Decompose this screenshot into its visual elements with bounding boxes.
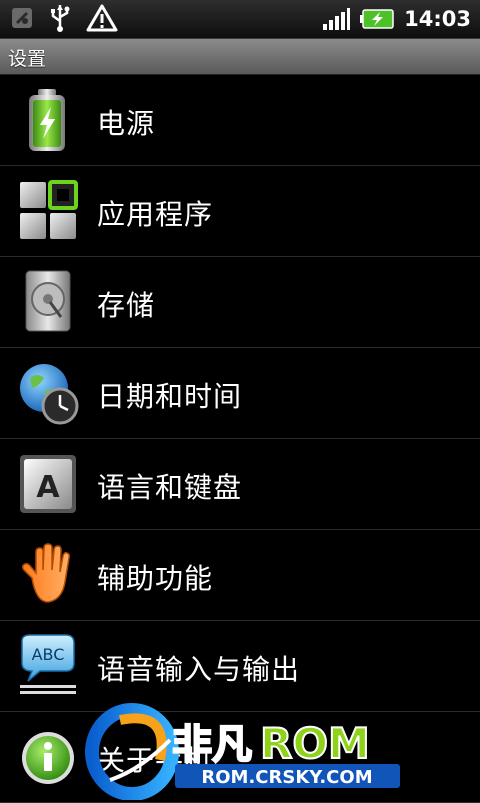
title-bar: 设置 [0, 39, 480, 75]
settings-item-label: 语音输入与输出 [97, 653, 301, 686]
svg-text:ROM: ROM [260, 719, 370, 768]
info-icon [22, 732, 74, 784]
settings-item-applications[interactable]: 应用程序 [0, 166, 480, 257]
watermark-logo: 非凡 ROM ROM.CRSKY.COM [85, 703, 400, 800]
settings-list[interactable]: 电源 应用程序 存储 日期和时间 A 语言和键盘 辅助功能 ABC 语音输入与输… [0, 75, 480, 803]
usb-icon [51, 5, 70, 32]
globe-clock-icon [20, 364, 79, 425]
warning-icon [86, 4, 118, 32]
clock: 14:03 [404, 7, 471, 31]
svg-text:非凡: 非凡 [172, 722, 252, 768]
battery-icon [29, 89, 65, 151]
applications-icon [20, 180, 78, 239]
status-bar[interactable]: 14:03 [0, 0, 480, 39]
settings-item-voice-io[interactable]: ABC 语音输入与输出 [0, 621, 480, 712]
speech-bubble-icon: ABC [20, 634, 76, 694]
settings-item-language-keyboard[interactable]: A 语言和键盘 [0, 439, 480, 530]
settings-item-label: 语言和键盘 [97, 471, 243, 504]
settings-item-date-time[interactable]: 日期和时间 [0, 348, 480, 439]
settings-item-accessibility[interactable]: 辅助功能 [0, 530, 480, 621]
settings-item-label: 存储 [97, 289, 156, 322]
keyboard-key-icon: A [20, 455, 76, 513]
hand-icon [21, 543, 70, 603]
settings-item-label: 应用程序 [97, 198, 214, 231]
storage-icon [25, 270, 71, 332]
svg-text:A: A [36, 470, 60, 505]
settings-item-label: 电源 [97, 107, 156, 140]
svg-text:ABC: ABC [32, 645, 65, 664]
settings-item-label: 辅助功能 [97, 562, 214, 595]
settings-item-label: 日期和时间 [97, 380, 243, 413]
settings-item-storage[interactable]: 存储 [0, 257, 480, 348]
svg-text:ROM.CRSKY.COM: ROM.CRSKY.COM [201, 767, 372, 788]
signal-icon [323, 8, 351, 30]
page-title: 设置 [8, 48, 47, 70]
satellite-icon [12, 8, 32, 28]
battery-charging-icon [360, 9, 394, 29]
settings-item-power[interactable]: 电源 [0, 75, 480, 166]
